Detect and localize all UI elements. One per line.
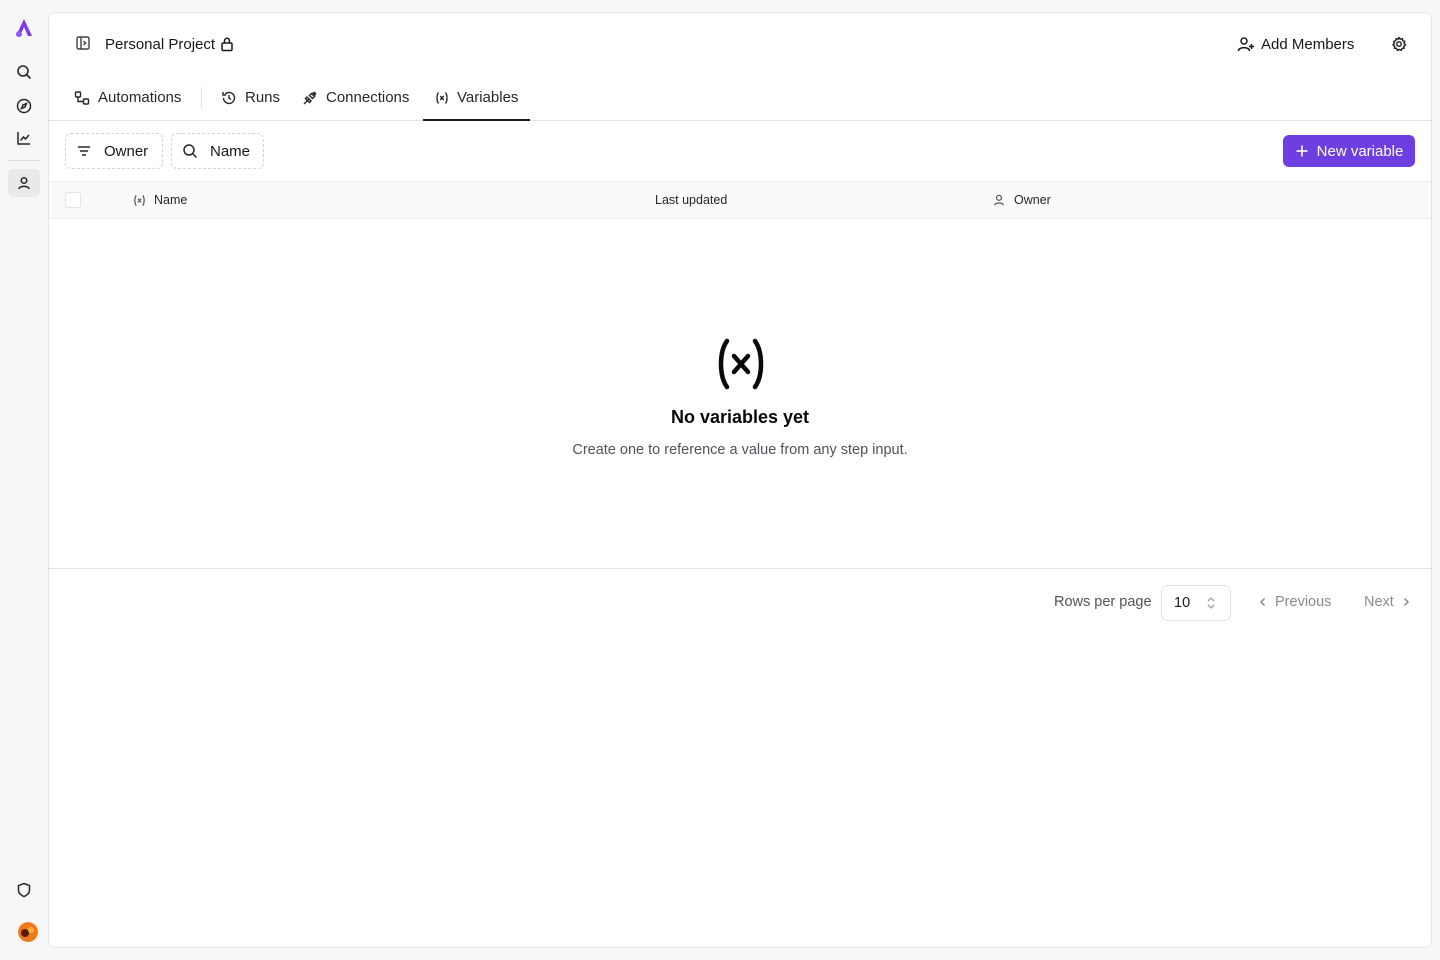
new-variable-button[interactable]: New variable <box>1283 135 1415 167</box>
empty-state: No variables yet Create one to reference… <box>49 219 1431 569</box>
column-header-owner[interactable]: Owner <box>992 182 1051 218</box>
lock-icon <box>219 36 235 52</box>
previous-label: Previous <box>1275 594 1332 610</box>
tab-variables[interactable]: Variables <box>422 75 531 121</box>
new-variable-label: New variable <box>1316 142 1404 160</box>
left-rail <box>0 0 48 960</box>
user-avatar[interactable] <box>18 922 38 942</box>
column-header-name[interactable]: Name <box>133 182 187 218</box>
shield-icon[interactable] <box>8 876 40 904</box>
tab-divider <box>201 87 202 109</box>
filter-lines-icon <box>76 143 92 159</box>
pagination: Rows per page 10 Previous Next <box>49 569 1431 637</box>
tab-connections[interactable]: Connections <box>302 75 409 120</box>
name-search-label: Name <box>210 142 251 160</box>
name-search-button[interactable]: Name <box>171 133 264 169</box>
owner-filter-label: Owner <box>104 142 149 160</box>
project-header: Personal Project Add Members <box>49 13 1431 75</box>
project-title: Personal Project <box>105 34 235 54</box>
column-header-last-updated[interactable]: Last updated <box>655 182 727 218</box>
column-label: Name <box>154 193 188 207</box>
empty-state-description: Create one to reference a value from any… <box>572 442 908 458</box>
table-toolbar: Owner Name New variable <box>49 121 1431 181</box>
next-label: Next <box>1364 594 1394 610</box>
tab-label: Automations <box>98 89 182 106</box>
plug-icon <box>302 90 318 106</box>
tab-label: Connections <box>326 89 410 106</box>
analytics-chart-icon[interactable] <box>8 124 40 152</box>
tab-automations[interactable]: Automations <box>74 75 181 120</box>
sidebar-toggle-icon[interactable] <box>74 34 92 52</box>
rows-per-page-select[interactable]: 10 <box>1161 585 1231 621</box>
search-icon <box>182 143 198 159</box>
variable-icon <box>435 91 449 105</box>
user-icon <box>992 193 1006 207</box>
flow-icon <box>74 90 90 106</box>
user-plus-icon <box>1237 35 1255 53</box>
main-panel: Personal Project Add Members Automations… <box>48 12 1432 948</box>
chevron-up-down-icon <box>1206 596 1216 610</box>
tab-runs[interactable]: Runs <box>221 75 280 120</box>
rows-per-page-value: 10 <box>1174 595 1191 611</box>
owner-filter-button[interactable]: Owner <box>65 133 163 169</box>
plus-icon <box>1295 144 1309 158</box>
chevron-left-icon <box>1257 596 1269 608</box>
chevron-right-icon <box>1400 596 1412 608</box>
search-icon[interactable] <box>8 58 40 86</box>
project-tabs: Automations Runs Connections Variables <box>49 75 1431 121</box>
column-label: Last updated <box>655 193 728 207</box>
variable-icon <box>133 194 146 207</box>
next-page-button[interactable]: Next <box>1364 594 1412 610</box>
project-user-icon[interactable] <box>8 169 40 197</box>
table-header: Name Last updated Owner <box>49 181 1431 219</box>
history-icon <box>221 90 237 106</box>
add-members-button[interactable]: Add Members <box>1237 32 1354 56</box>
variable-icon <box>717 337 765 391</box>
column-label: Owner <box>1014 193 1051 207</box>
settings-gear-icon[interactable] <box>1389 34 1409 54</box>
rail-divider <box>8 160 40 161</box>
tab-label: Variables <box>457 89 519 106</box>
add-members-label: Add Members <box>1261 35 1355 53</box>
previous-page-button[interactable]: Previous <box>1257 594 1331 610</box>
rows-per-page-label: Rows per page <box>1054 594 1152 610</box>
app-logo-icon[interactable] <box>12 17 36 39</box>
empty-state-title: No variables yet <box>670 407 810 427</box>
explore-compass-icon[interactable] <box>8 92 40 120</box>
project-title-text: Personal Project <box>105 35 216 53</box>
select-all-checkbox[interactable] <box>65 192 81 208</box>
tab-label: Runs <box>245 89 281 106</box>
